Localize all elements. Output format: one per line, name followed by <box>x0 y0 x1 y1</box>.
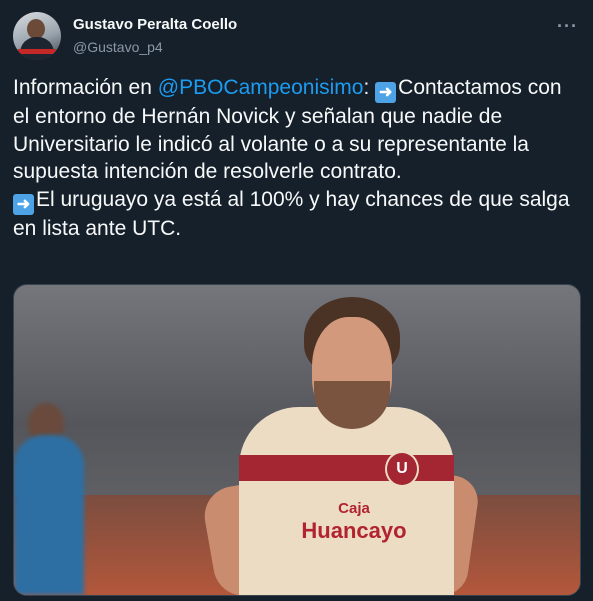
author-names: Gustavo Peralta Coello @Gustavo_p4 <box>73 15 237 57</box>
tweet-text-part2: : <box>363 76 376 99</box>
jersey-stripe <box>239 455 454 481</box>
jersey-sponsor-line2: Huancayo <box>301 518 407 543</box>
tweet-photo[interactable]: U Caja Huancayo <box>13 284 581 596</box>
arrow-right-emoji-icon: ➜ <box>375 82 397 103</box>
tweet-header: Gustavo Peralta Coello @Gustavo_p4 ··· <box>13 12 580 60</box>
jersey-crest: U <box>385 451 419 487</box>
arrow-right-emoji-icon: ➜ <box>13 193 34 215</box>
background-person <box>14 435 84 595</box>
more-options-icon[interactable]: ··· <box>557 16 578 37</box>
author-handle[interactable]: @Gustavo_p4 <box>73 37 237 57</box>
tweet-text: Información en @PBOCampeonisimo: ➜ Contac… <box>13 74 583 242</box>
author-display-name[interactable]: Gustavo Peralta Coello <box>73 15 237 35</box>
player-jersey: U Caja Huancayo <box>239 407 454 595</box>
author-avatar[interactable] <box>13 12 61 60</box>
tweet-text-part4: El uruguayo ya está al 100% y hay chance… <box>13 187 570 240</box>
avatar-head-shape <box>27 19 45 39</box>
mention-link[interactable]: @PBOCampeonisimo <box>158 76 364 99</box>
tweet-text-part1: Información en <box>13 76 158 99</box>
jersey-sponsor: Caja Huancayo <box>299 495 409 542</box>
jersey-sponsor-line1: Caja <box>338 500 370 517</box>
avatar-banner <box>18 49 56 54</box>
